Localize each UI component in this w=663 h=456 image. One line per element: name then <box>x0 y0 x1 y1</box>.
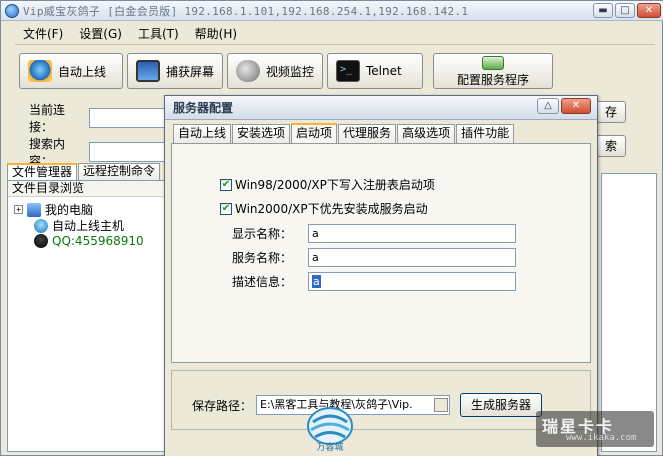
startup-tab-panel: ✔ Win98/2000/XP下写入注册表启动项 ✔ Win2000/XP下优先… <box>171 143 591 363</box>
left-tab-strip: 文件管理器 远程控制命令 <box>7 163 161 180</box>
menu-settings[interactable]: 设置(G) <box>79 25 122 42</box>
description-selected-text: a <box>312 275 321 288</box>
registry-startup-checkbox[interactable]: ✔ <box>220 178 232 191</box>
save-side-button[interactable]: 存 <box>596 101 626 123</box>
auto-online-button[interactable]: 自动上线 <box>19 53 123 89</box>
app-icon <box>5 3 19 18</box>
file-tree-panel: 文件目录浏览 + 我的电脑 自动上线主机 QQ:455968910 <box>7 180 165 452</box>
tab-plugins[interactable]: 插件功能 <box>456 124 515 143</box>
computer-icon <box>27 202 41 217</box>
tree-label-qq: QQ:455968910 <box>52 234 144 248</box>
wanrong-logo-text: 万容城 <box>316 441 343 452</box>
service-startup-checkbox[interactable]: ✔ <box>220 202 232 215</box>
tab-proxy-service[interactable]: 代理服务 <box>338 124 397 143</box>
title-bar[interactable]: Vip威宝灰鸽子 [白金会员版] 192.168.1.101,192.168.2… <box>1 1 663 21</box>
ikaka-watermark: 瑞星卡卡 www.ikaka.com <box>536 411 654 447</box>
close-button[interactable]: ✕ <box>637 3 661 18</box>
menu-file[interactable]: 文件(F) <box>23 25 63 42</box>
dialog-controls: △ ✕ <box>537 98 591 114</box>
dialog-title: 服务器配置 <box>173 101 234 115</box>
minimize-button[interactable]: ▬ <box>593 3 613 18</box>
config-server-label: 配置服务程序 <box>456 73 529 87</box>
online-host-icon <box>34 218 48 233</box>
terminal-icon <box>336 60 360 82</box>
service-name-row: 服务名称： a <box>232 248 516 267</box>
window-controls: ▬ □ ✕ <box>593 3 661 18</box>
dialog-minimize-button[interactable]: △ <box>537 98 559 114</box>
tree-header: 文件目录浏览 <box>8 181 164 197</box>
dialog-close-button[interactable]: ✕ <box>561 98 591 114</box>
generate-server-button[interactable]: 生成服务器 <box>460 393 543 417</box>
telnet-label: Telnet <box>366 64 402 78</box>
menu-help[interactable]: 帮助(H) <box>195 25 237 42</box>
tab-file-manager[interactable]: 文件管理器 <box>7 163 78 180</box>
config-list-icon <box>482 56 504 70</box>
tree-label-my-computer: 我的电脑 <box>45 203 94 217</box>
tree-node-qq[interactable]: QQ:455968910 <box>34 234 144 248</box>
current-connection-label: 当前连接： <box>29 103 66 134</box>
display-name-row: 显示名称： a <box>232 224 516 243</box>
expand-icon[interactable]: + <box>14 205 23 214</box>
service-startup-label: Win2000/XP下优先安装成服务启动 <box>235 202 428 216</box>
current-connection-row: 当前连接： <box>15 101 169 135</box>
maximize-button[interactable]: □ <box>615 3 635 18</box>
toolbar: 自动上线 捕获屏幕 视频监控 Telnet 配置服务程序 <box>15 49 655 93</box>
qq-penguin-icon <box>34 234 48 248</box>
description-input[interactable]: a <box>308 272 516 291</box>
display-name-label: 显示名称： <box>232 227 293 241</box>
telnet-button[interactable]: Telnet <box>327 53 423 89</box>
monitor-icon <box>136 60 160 82</box>
search-input[interactable] <box>89 142 169 162</box>
registry-startup-row: ✔ Win98/2000/XP下写入注册表启动项 <box>220 176 435 193</box>
save-path-row: 保存路径： E:\黑客工具与教程\灰鸽子\Vip. 生成服务器 <box>192 393 543 417</box>
tree-node-my-computer[interactable]: + 我的电脑 <box>14 201 93 218</box>
display-name-input[interactable]: a <box>308 224 516 243</box>
watermark-site-url: www.ikaka.com <box>566 433 637 443</box>
current-connection-input[interactable] <box>89 108 169 128</box>
description-row: 描述信息： a <box>232 272 516 291</box>
tab-remote-commands[interactable]: 远程控制命令 <box>78 163 161 180</box>
menu-tools[interactable]: 工具(T) <box>138 25 179 42</box>
video-monitor-button[interactable]: 视频监控 <box>227 53 323 89</box>
auto-online-icon <box>28 60 52 82</box>
tree-node-auto-online-hosts[interactable]: 自动上线主机 <box>34 217 124 234</box>
config-server-button[interactable]: 配置服务程序 <box>433 53 553 89</box>
tab-advanced-options[interactable]: 高级选项 <box>397 124 456 143</box>
window-title: Vip威宝灰鸽子 [白金会员版] 192.168.1.101,192.168.2… <box>23 4 469 18</box>
auto-online-label: 自动上线 <box>58 64 107 79</box>
tab-auto-online[interactable]: 自动上线 <box>173 124 232 143</box>
capture-screen-button[interactable]: 捕获屏幕 <box>127 53 223 89</box>
search-side-button[interactable]: 索 <box>596 135 626 157</box>
capture-screen-label: 捕获屏幕 <box>166 64 215 79</box>
dialog-title-bar[interactable]: 服务器配置 <box>165 96 597 120</box>
service-startup-row: ✔ Win2000/XP下优先安装成服务启动 <box>220 200 428 217</box>
tab-install-options[interactable]: 安装选项 <box>232 124 291 143</box>
wanrong-logo: 万容城 <box>307 407 353 452</box>
main-window: Vip威宝灰鸽子 [白金会员版] 192.168.1.101,192.168.2… <box>0 0 663 456</box>
description-label: 描述信息： <box>232 275 293 289</box>
save-path-label: 保存路径： <box>192 398 253 413</box>
tree-label-auto-online-hosts: 自动上线主机 <box>52 219 125 233</box>
video-monitor-label: 视频监控 <box>266 64 315 79</box>
tab-startup[interactable]: 启动项 <box>291 123 338 143</box>
menu-bar: 文件(F) 设置(G) 工具(T) 帮助(H) <box>15 23 655 45</box>
service-name-input[interactable]: a <box>308 248 516 267</box>
server-config-dialog: 服务器配置 △ ✕ 自动上线 安装选项 启动项 代理服务 高级选项 插件功能 ✔… <box>164 95 598 456</box>
browse-button[interactable] <box>434 398 449 412</box>
dialog-tab-strip: 自动上线 安装选项 启动项 代理服务 高级选项 插件功能 <box>173 123 515 143</box>
registry-startup-label: Win98/2000/XP下写入注册表启动项 <box>235 178 435 192</box>
save-path-group: 保存路径： E:\黑客工具与教程\灰鸽子\Vip. 生成服务器 <box>171 370 591 430</box>
service-name-label: 服务名称： <box>232 251 293 265</box>
camera-icon <box>236 60 260 82</box>
